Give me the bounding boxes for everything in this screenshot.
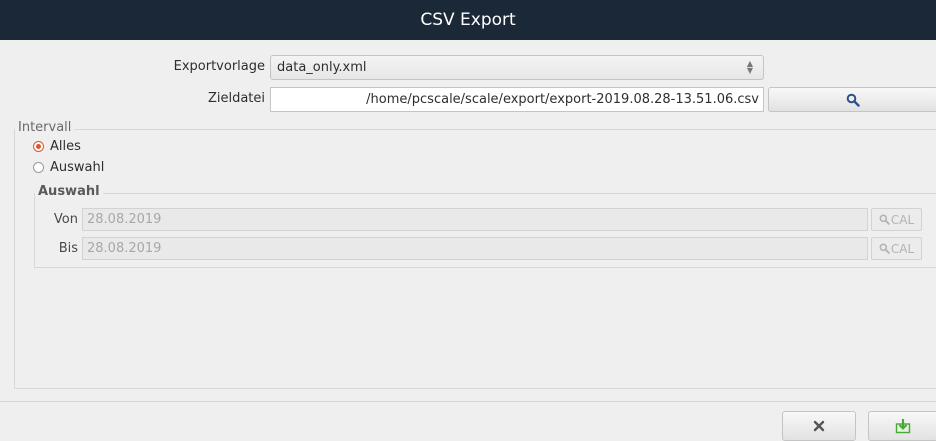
- radio-checked-icon: [33, 141, 44, 152]
- to-date-value: 28.08.2019: [87, 241, 162, 256]
- target-file-label: Zieldatei: [207, 91, 265, 106]
- radio-option-auswahl[interactable]: Auswahl: [33, 160, 104, 175]
- radio-label-auswahl: Auswahl: [50, 160, 105, 175]
- to-date-input[interactable]: 28.08.2019: [82, 237, 868, 260]
- cancel-button[interactable]: [782, 411, 856, 441]
- window-titlebar: CSV Export: [0, 0, 936, 40]
- template-select-value: data_only.xml: [277, 60, 367, 75]
- close-icon: [813, 420, 825, 432]
- updown-arrows-icon: ▲ ▼: [746, 59, 753, 75]
- from-date-label: Von: [53, 212, 78, 227]
- to-date-label: Bis: [58, 241, 78, 256]
- magnifier-icon: [846, 93, 860, 107]
- magnifier-icon: [879, 214, 890, 225]
- export-button[interactable]: [868, 411, 936, 441]
- selection-group-title: Auswahl: [35, 184, 103, 199]
- radio-label-alles: Alles: [50, 139, 81, 154]
- window-title: CSV Export: [420, 10, 516, 30]
- target-file-value: /home/pcscale/scale/export/export-2019.0…: [366, 92, 759, 107]
- radio-unchecked-icon: [33, 162, 44, 173]
- calendar-button-label: CAL: [890, 212, 915, 227]
- interval-group-title: Intervall: [15, 120, 75, 135]
- footer-separator: [0, 401, 936, 402]
- from-date-input[interactable]: 28.08.2019: [82, 208, 868, 231]
- template-label: Exportvorlage: [173, 59, 265, 74]
- download-icon: [895, 419, 911, 434]
- from-date-value: 28.08.2019: [87, 212, 162, 227]
- target-file-input[interactable]: /home/pcscale/scale/export/export-2019.0…: [270, 87, 764, 112]
- template-select[interactable]: data_only.xml ▲ ▼: [270, 55, 764, 80]
- browse-button[interactable]: [768, 87, 936, 112]
- magnifier-icon: [879, 243, 890, 254]
- calendar-button-label: CAL: [890, 241, 915, 256]
- radio-option-alles[interactable]: Alles: [33, 139, 81, 154]
- to-calendar-button[interactable]: CAL: [871, 237, 922, 260]
- from-calendar-button[interactable]: CAL: [871, 208, 922, 231]
